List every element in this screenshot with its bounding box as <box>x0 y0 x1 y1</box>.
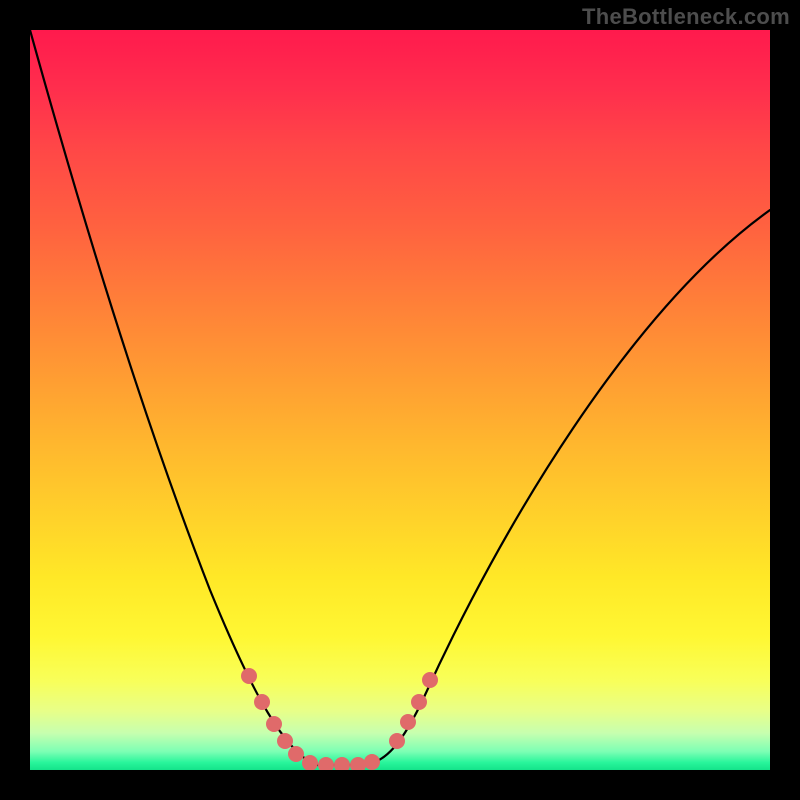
plot-gradient-background <box>30 30 770 770</box>
watermark-label: TheBottleneck.com <box>582 4 790 30</box>
chart-stage: TheBottleneck.com <box>0 0 800 800</box>
